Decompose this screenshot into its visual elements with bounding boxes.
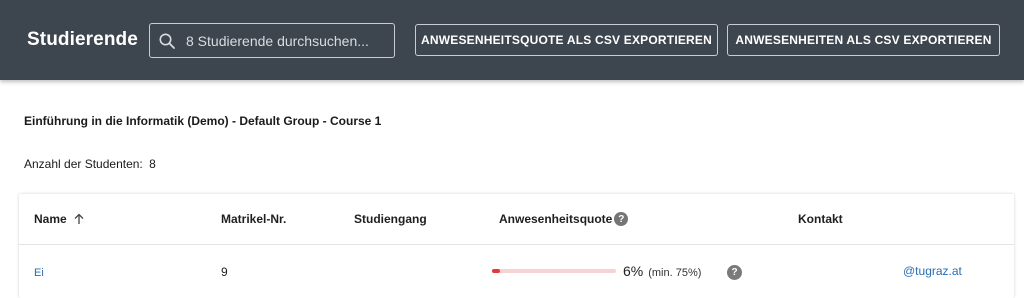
student-name-link[interactable]: Ei — [34, 267, 44, 279]
page-title: Studierende — [27, 29, 138, 50]
student-matrikel: 9 — [221, 265, 228, 279]
help-icon[interactable]: ? — [727, 265, 742, 280]
column-header-attendance-quota: Anwesenheitsquote ? — [499, 212, 629, 226]
student-count: Anzahl der Studenten: 8 — [24, 157, 156, 171]
column-header-attendance-quota-label: Anwesenheitsquote — [499, 212, 613, 226]
export-attendances-csv-button[interactable]: ANWESENHEITEN ALS CSV EXPORTIEREN — [727, 24, 1000, 56]
app-header: Studierende ANWESENHEITSQUOTE ALS CSV EX… — [0, 0, 1024, 80]
column-header-studiengang: Studiengang — [354, 212, 427, 226]
help-icon[interactable]: ? — [614, 212, 629, 226]
table-header: Name Matrikel-Nr. Studiengang Anwesenhei… — [19, 194, 1014, 245]
student-email-link[interactable]: @tugraz.at — [903, 264, 962, 278]
column-header-matrikel: Matrikel-Nr. — [221, 212, 287, 226]
attendance-quota-min: (min. 75%) — [648, 267, 702, 279]
student-count-label: Anzahl der Studenten: — [24, 157, 143, 171]
table-row: Ei 9 6% (min. 75%) ? @tugraz.at — [19, 246, 1014, 298]
column-header-contact: Kontakt — [798, 212, 843, 226]
column-header-name[interactable]: Name — [34, 212, 85, 226]
search-icon — [159, 33, 175, 49]
search-box[interactable] — [149, 23, 395, 58]
search-input[interactable] — [186, 30, 386, 52]
attendance-progress-fill — [492, 269, 500, 273]
attendance-quota-percent: 6% — [623, 263, 644, 279]
column-header-name-label: Name — [34, 212, 67, 226]
attendance-quota: 6% (min. 75%) — [623, 263, 701, 279]
sort-ascending-icon[interactable] — [73, 213, 85, 225]
student-count-value: 8 — [149, 157, 156, 171]
export-attendance-quota-csv-button[interactable]: ANWESENHEITSQUOTE ALS CSV EXPORTIEREN — [415, 24, 718, 56]
students-table: Name Matrikel-Nr. Studiengang Anwesenhei… — [19, 194, 1014, 298]
attendance-progress-bar — [492, 269, 616, 273]
course-title: Einführung in die Informatik (Demo) - De… — [24, 114, 382, 128]
